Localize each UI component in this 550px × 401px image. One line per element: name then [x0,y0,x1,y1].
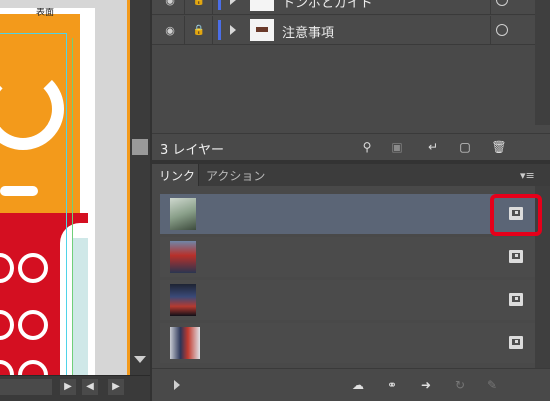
canvas-vertical-scrollbar[interactable] [130,0,150,375]
visibility-eye-icon[interactable]: ◉ [162,0,178,8]
links-footer: ☁ ⚭ ➜ ↻ ✎ [152,368,550,401]
link-row[interactable] [160,237,535,277]
sublayer-icon[interactable]: ↵ [426,140,440,154]
icon-detail [515,254,518,257]
trash-icon[interactable]: 🗑 [491,140,506,154]
layer-row[interactable]: ◉ 🔒 注意事項 [152,16,535,45]
layer-name[interactable]: トンボとガイド [282,0,373,11]
link-thumbnail [170,327,200,359]
link-row[interactable] [160,194,535,234]
play-triangle-icon: ▶ [64,381,72,392]
layer-thumbnail [250,0,274,11]
expand-arrow-icon[interactable] [230,0,236,5]
thumbnail-content [256,27,268,32]
clipping-mask-icon[interactable]: ▣ [390,140,404,154]
panel-menu-icon[interactable]: ▾≡ [520,169,535,182]
thumbnail-image [170,284,196,316]
scrollbar-thumb[interactable] [132,139,148,155]
layers-scrollbar[interactable] [535,0,550,125]
right-arrow-icon: ▶ [112,381,120,392]
expand-arrow-icon[interactable] [230,25,236,35]
layer-name[interactable]: 注意事項 [282,22,334,41]
artwork-white-dash [0,186,38,196]
layer-color-indicator [218,0,221,10]
embedded-image-icon[interactable] [509,250,523,263]
embedded-image-icon[interactable] [509,293,523,306]
layer-color-indicator [218,20,221,40]
icon-detail [515,297,518,300]
search-icon[interactable]: ⚲ [360,140,374,154]
column-divider [184,16,185,44]
relink-icon[interactable]: ⚭ [384,378,400,392]
artboard-menu-button[interactable]: ▶ [60,379,76,395]
link-thumbnail [170,284,196,316]
column-divider [184,0,185,14]
layer-count-label: 3 レイヤー [160,143,225,158]
icon-detail [515,340,518,343]
thumbnail-image [170,327,200,359]
artboard[interactable]: 表面 [0,8,95,375]
layers-panel: ◉ 🔒 トンボとガイド ◉ 🔒 注意事項 3 レイヤー ⚲ ▣ ↵ ▢ 🗑 [152,0,550,161]
artwork-ring [18,310,48,340]
thumbnail-image [170,198,196,230]
column-divider [490,0,491,14]
link-row[interactable] [160,280,535,320]
show-link-info-arrow-icon[interactable] [174,380,180,390]
artboard-label: 表面 [36,8,55,18]
target-circle-icon[interactable] [496,24,508,36]
edit-original-icon[interactable]: ✎ [484,378,500,392]
links-tabbar: リンク アクション ▾≡ [152,164,550,186]
layer-thumbnail [250,19,274,41]
left-arrow-icon: ◀ [86,381,94,392]
column-divider [212,0,213,14]
embedded-image-icon[interactable] [509,336,523,349]
document-canvas[interactable]: 表面 [0,0,130,375]
artwork-ring [18,253,48,283]
link-row[interactable] [160,323,535,363]
visibility-eye-icon[interactable]: ◉ [162,22,178,38]
previous-artboard-button[interactable]: ◀ [82,379,98,395]
column-divider [490,16,491,44]
thumbnail-image [170,241,196,273]
status-field[interactable] [0,379,52,395]
scroll-down-arrow-icon[interactable] [134,356,146,363]
new-layer-icon[interactable]: ▢ [458,140,472,154]
link-thumbnail [170,241,196,273]
column-divider [212,16,213,44]
tab-actions[interactable]: アクション [198,164,273,186]
guide-line [0,33,66,34]
guide-line [66,33,67,375]
tab-label: アクション [206,168,266,183]
lock-icon[interactable]: 🔒 [192,0,206,8]
lock-icon[interactable]: 🔒 [192,22,206,38]
highlight-annotation [490,194,542,236]
layer-row[interactable]: ◉ 🔒 トンボとガイド [152,0,535,15]
artwork-light-panel [72,238,88,375]
link-thumbnail [170,198,196,230]
go-to-link-icon[interactable]: ➜ [418,378,434,392]
tab-label: リンク [159,168,196,183]
cc-libraries-icon[interactable]: ☁ [350,378,366,392]
next-artboard-button[interactable]: ▶ [108,379,124,395]
layers-footer: 3 レイヤー ⚲ ▣ ↵ ▢ 🗑 [152,133,550,161]
target-circle-icon[interactable] [496,0,508,6]
bleed-line [72,38,73,375]
update-link-icon[interactable]: ↻ [452,378,468,392]
tab-links[interactable]: リンク [152,164,203,186]
